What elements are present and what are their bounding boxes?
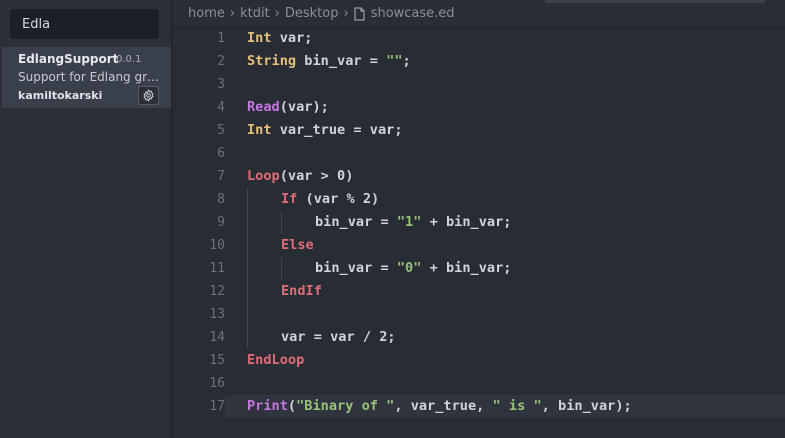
- package-search-box[interactable]: [10, 9, 159, 39]
- code-token: Print: [247, 397, 288, 414]
- code-token: If: [281, 190, 298, 207]
- code-token: ;: [402, 52, 411, 69]
- indent-guide: [281, 257, 282, 280]
- code-token: bin_var =: [315, 213, 397, 230]
- code-line: Else: [247, 234, 314, 257]
- package-description: Support for Edlang gr…: [18, 70, 160, 84]
- tab-strip-indicator: [545, 0, 765, 3]
- package-settings-button[interactable]: [138, 86, 159, 105]
- code-line: String bin_var = "";: [247, 50, 411, 73]
- line-number: 6: [217, 145, 225, 161]
- file-icon: [354, 6, 365, 21]
- line-number: 15: [209, 352, 225, 368]
- line-number: 1: [217, 30, 225, 46]
- code-line: Read(var);: [247, 96, 329, 119]
- code-token: var_true = var;: [271, 121, 403, 138]
- code-token: String: [247, 52, 297, 69]
- chevron-right-icon: ›: [343, 6, 349, 21]
- code-line: var = var / 2;: [247, 326, 396, 349]
- code-token: Loop: [247, 167, 280, 184]
- package-author[interactable]: kamiltokarski: [18, 89, 102, 102]
- line-number: 4: [217, 99, 225, 115]
- code-token: Int: [247, 121, 272, 138]
- code-token: "": [386, 52, 403, 69]
- breadcrumb-desktop[interactable]: Desktop: [285, 6, 339, 21]
- code-token: (var);: [279, 98, 329, 115]
- line-number: 13: [209, 306, 225, 322]
- code-token: Else: [281, 236, 314, 253]
- chevron-right-icon: ›: [274, 6, 280, 21]
- code-token: var;: [271, 29, 313, 46]
- code-token: Read: [247, 98, 280, 115]
- sidebar: EdlangSupport 0.0.1 Support for Edlang g…: [0, 0, 172, 438]
- code-token: , bin_var);: [541, 397, 632, 414]
- breadcrumb-file[interactable]: showcase.ed: [371, 6, 455, 21]
- code-token: EndLoop: [247, 351, 305, 368]
- code-line: bin_var = "1" + bin_var;: [247, 211, 511, 234]
- line-number: 8: [217, 191, 225, 207]
- code-line: Int var_true = var;: [247, 119, 403, 142]
- line-number: 17: [209, 398, 225, 414]
- line-number: 11: [209, 260, 225, 276]
- code-line: Loop(var > 0): [247, 165, 353, 188]
- code-token: var = var / 2;: [281, 328, 396, 345]
- code-line: Print("Binary of ", var_true, " is ", bi…: [225, 394, 785, 418]
- code-token: "Binary of ": [296, 397, 395, 414]
- gear-icon: [143, 89, 154, 102]
- code-token: , var_true,: [394, 397, 493, 414]
- code-token: Int: [247, 29, 272, 46]
- line-number: 12: [209, 283, 225, 299]
- code-line: If (var % 2): [247, 188, 379, 211]
- breadcrumb-home[interactable]: home: [188, 6, 225, 21]
- code-token: + bin_var;: [421, 213, 512, 230]
- package-list-item[interactable]: EdlangSupport 0.0.1 Support for Edlang g…: [2, 47, 171, 108]
- code-token: bin_var =: [315, 259, 397, 276]
- line-number: 2: [217, 53, 225, 69]
- indent-guide: [247, 188, 248, 349]
- line-number: 5: [217, 122, 225, 138]
- code-token: " is ": [492, 397, 542, 414]
- code-token: "1": [396, 213, 422, 230]
- code-token: "0": [396, 259, 422, 276]
- code-line: bin_var = "0" + bin_var;: [247, 257, 511, 280]
- package-name: EdlangSupport: [18, 52, 119, 66]
- package-search-input[interactable]: [10, 9, 159, 39]
- line-number: 16: [209, 375, 225, 391]
- breadcrumb-ktdit[interactable]: ktdit: [240, 6, 270, 21]
- line-number: 10: [209, 237, 225, 253]
- code-token: (: [287, 397, 297, 414]
- line-number: 9: [217, 214, 225, 230]
- line-number: 7: [217, 168, 225, 184]
- code-token: (var > 0): [279, 167, 354, 184]
- code-line: Int var;: [247, 27, 312, 50]
- code-line: EndLoop: [247, 349, 304, 372]
- line-number: 14: [209, 329, 225, 345]
- code-token: bin_var =: [296, 52, 387, 69]
- line-number: 3: [217, 76, 225, 92]
- code-token: EndIf: [281, 282, 322, 299]
- package-version: 0.0.1: [116, 54, 142, 65]
- code-token: + bin_var;: [421, 259, 512, 276]
- code-line: EndIf: [247, 280, 322, 303]
- code-token: (var % 2): [297, 190, 380, 207]
- code-editor[interactable]: 1 2 3 4 5 6 7 8 9 10 11 12 13 14 15 16 17 Int var; String…: [173, 28, 785, 438]
- breadcrumb: home › ktdit › Desktop › showcase.ed: [173, 0, 785, 28]
- chevron-right-icon: ›: [229, 6, 236, 21]
- indent-guide: [281, 211, 282, 234]
